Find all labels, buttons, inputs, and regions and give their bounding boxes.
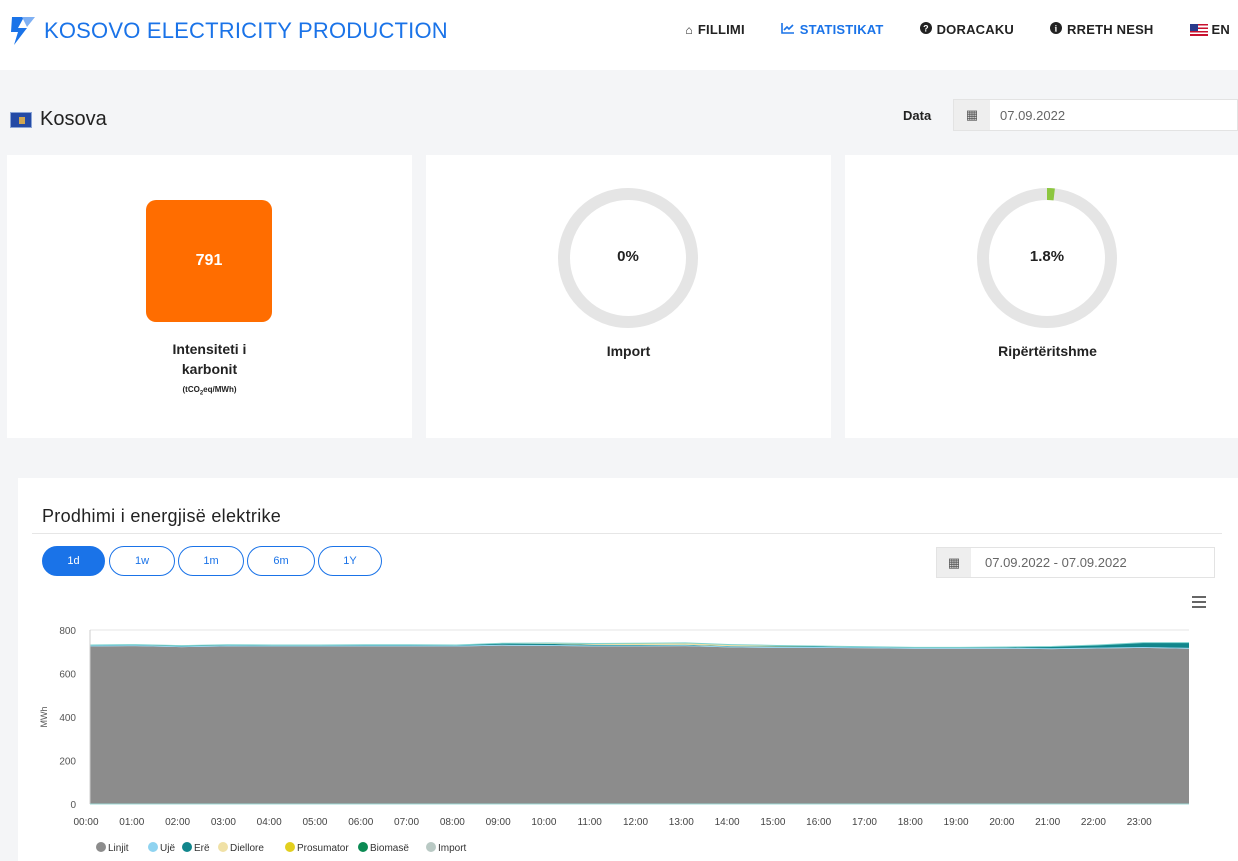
renewable-value: 1.8% — [1029, 248, 1065, 265]
legend-marker — [218, 842, 228, 852]
x-tick-label: 03:00 — [211, 817, 236, 828]
legend-marker — [358, 842, 368, 852]
legend-item[interactable]: Diellore — [230, 843, 264, 854]
x-tick-label: 02:00 — [165, 817, 190, 828]
y-tick-label: 600 — [59, 670, 76, 681]
x-tick-label: 10:00 — [531, 817, 556, 828]
brand-link[interactable]: KOSOVO ELECTRICITY PRODUCTION — [8, 14, 448, 48]
x-tick-label: 07:00 — [394, 817, 419, 828]
x-tick-label: 22:00 — [1081, 817, 1106, 828]
legend-item[interactable]: Import — [438, 843, 467, 854]
x-tick-label: 12:00 — [623, 817, 648, 828]
x-tick-label: 14:00 — [715, 817, 740, 828]
chart-icon — [780, 22, 795, 37]
brand-title: KOSOVO ELECTRICITY PRODUCTION — [44, 18, 448, 43]
nav-home[interactable]: ⌂ FILLIMI — [685, 22, 744, 37]
x-tick-label: 18:00 — [898, 817, 923, 828]
legend-marker — [96, 842, 106, 852]
kosovo-flag-icon — [10, 111, 32, 128]
renewable-card: 1.8% Ripërtëritshme — [845, 155, 1238, 438]
import-card: 0% Import — [426, 155, 831, 438]
legend-item[interactable]: Prosumator — [297, 843, 349, 854]
calendar-icon[interactable]: ▦ — [954, 100, 990, 130]
y-tick-label: 0 — [70, 800, 76, 811]
nav-statistics[interactable]: STATISTIKAT — [780, 22, 884, 37]
legend-item[interactable]: Erë — [194, 843, 210, 854]
carbon-unit-suffix: eq/MWh) — [203, 385, 237, 394]
country-heading: Kosova — [10, 108, 107, 131]
legend-marker — [182, 842, 192, 852]
x-tick-label: 20:00 — [989, 817, 1014, 828]
nav-about[interactable]: i RRETH NESH — [1050, 22, 1154, 37]
x-tick-label: 04:00 — [257, 817, 282, 828]
legend-item[interactable]: Biomasë — [370, 843, 409, 854]
x-tick-label: 23:00 — [1127, 817, 1152, 828]
carbon-intensity-value: 791 — [195, 252, 223, 269]
lightning-logo-icon — [11, 17, 35, 45]
legend-marker — [148, 842, 158, 852]
x-tick-label: 00:00 — [73, 817, 98, 828]
svg-text:?: ? — [923, 24, 929, 34]
us-flag-icon — [1189, 23, 1208, 36]
area-linjit — [90, 645, 1189, 804]
x-tick-label: 15:00 — [760, 817, 785, 828]
x-tick-label: 09:00 — [486, 817, 511, 828]
legend-item[interactable]: Ujë — [160, 843, 175, 854]
x-tick-label: 06:00 — [348, 817, 373, 828]
date-picker[interactable]: ▦ 07.09.2022 — [953, 99, 1238, 131]
x-tick-label: 19:00 — [944, 817, 969, 828]
production-panel: Prodhimi i energjisë elektrike 1d 1w 1m … — [18, 478, 1238, 861]
question-icon: ? — [919, 22, 932, 37]
main-nav: ⌂ FILLIMI STATISTIKAT ? DORACAKU i RRETH… — [649, 22, 1230, 37]
nav-manual-label: DORACAKU — [936, 22, 1015, 37]
nav-manual[interactable]: ? DORACAKU — [919, 22, 1015, 37]
nav-about-label: RRETH NESH — [1067, 22, 1154, 37]
x-tick-label: 17:00 — [852, 817, 877, 828]
carbon-unit-prefix: (tCO — [182, 385, 200, 394]
info-icon: i — [1050, 22, 1063, 37]
production-chart: 0 200 400 600 800 MWh 00:00 01:00 02:00 03:00 04:0… — [39, 626, 1189, 854]
import-label: Import — [606, 343, 651, 359]
y-tick-label: 800 — [59, 626, 76, 637]
legend-marker — [426, 842, 436, 852]
home-icon: ⌂ — [685, 22, 693, 37]
y-tick-label: 200 — [59, 757, 76, 768]
top-navbar: KOSOVO ELECTRICITY PRODUCTION ⌂ FILLIMI … — [0, 0, 1238, 70]
nav-statistics-label: STATISTIKAT — [799, 22, 884, 37]
y-axis-label: MWh — [39, 707, 49, 728]
x-tick-label: 01:00 — [119, 817, 144, 828]
carbon-intensity-card: 791 Intensiteti i karbonit (tCO2eq/MWh) — [7, 155, 412, 438]
x-tick-label: 16:00 — [806, 817, 831, 828]
x-tick-label: 21:00 — [1035, 817, 1060, 828]
date-value: 07.09.2022 — [1000, 107, 1066, 123]
x-tick-label: 11:00 — [578, 817, 603, 828]
nav-home-label: FILLIMI — [697, 22, 745, 37]
date-label: Data — [903, 108, 932, 123]
country-name: Kosova — [40, 108, 107, 130]
legend-item[interactable]: Linjit — [108, 843, 129, 854]
x-tick-label: 13:00 — [669, 817, 694, 828]
svg-text:i: i — [1055, 24, 1058, 34]
language-label: EN — [1211, 22, 1230, 37]
renewable-label: Ripërtëritshme — [998, 343, 1097, 359]
y-tick-label: 400 — [59, 713, 76, 724]
carbon-label-line1: Intensiteti i — [172, 341, 247, 357]
legend-marker — [285, 842, 295, 852]
x-tick-label: 08:00 — [440, 817, 465, 828]
carbon-label-line2: karbonit — [181, 361, 238, 377]
import-value: 0% — [617, 248, 639, 265]
language-switch[interactable]: EN — [1189, 22, 1230, 37]
carbon-unit: (tCO2eq/MWh) — [7, 385, 412, 397]
x-tick-label: 05:00 — [302, 817, 327, 828]
carbon-intensity-badge: 791 — [146, 200, 272, 322]
